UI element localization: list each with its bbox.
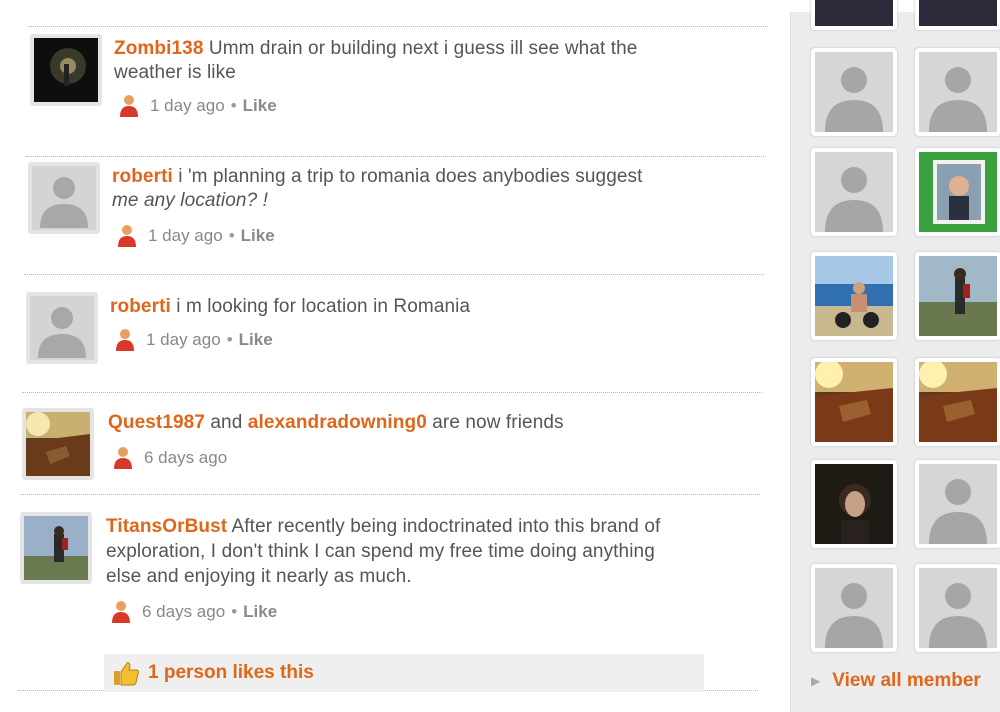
default-avatar-icon bbox=[32, 166, 96, 230]
members-sidebar: ▶ View all member bbox=[790, 0, 1000, 712]
chevron-right-icon: ▶ bbox=[811, 674, 821, 688]
member-photo-icon bbox=[815, 464, 893, 544]
separator: • bbox=[228, 226, 235, 245]
post-text-line: me any location? ! bbox=[112, 190, 268, 212]
feed-divider bbox=[22, 392, 762, 393]
separator: • bbox=[230, 96, 237, 115]
thumbs-up-icon bbox=[114, 662, 139, 686]
default-avatar-icon bbox=[815, 152, 893, 232]
post-text: exploration, I don't think I can spend m… bbox=[106, 541, 655, 562]
member-thumbnail[interactable] bbox=[811, 48, 897, 136]
member-thumbnail[interactable] bbox=[811, 358, 897, 446]
member-thumbnail[interactable] bbox=[915, 0, 1000, 30]
timestamp: 1 day ago bbox=[150, 96, 225, 115]
member-thumbnail[interactable] bbox=[811, 0, 897, 30]
person-icon bbox=[114, 447, 132, 469]
member-photo-icon bbox=[815, 362, 893, 442]
user-avatar[interactable] bbox=[20, 512, 92, 584]
feed-divider bbox=[20, 494, 760, 495]
post-text: Umm drain or building next i guess ill s… bbox=[203, 38, 638, 59]
timestamp: 1 day ago bbox=[146, 330, 221, 349]
post-text-line: else and enjoying it nearly as much. bbox=[106, 566, 412, 588]
likes-count-link[interactable]: 1 person likes this bbox=[148, 662, 314, 684]
activity-feed: Zombi138 Umm drain or building next i gu… bbox=[0, 0, 780, 712]
username-link[interactable]: alexandradowning0 bbox=[248, 412, 427, 433]
member-photo-icon bbox=[919, 0, 997, 26]
feed-divider bbox=[28, 26, 768, 27]
post-text-line: roberti i 'm planning a trip to romania … bbox=[112, 166, 643, 188]
like-link[interactable]: Like bbox=[241, 226, 275, 246]
timestamp: 6 days ago bbox=[144, 448, 228, 467]
member-thumbnail[interactable] bbox=[811, 148, 897, 236]
person-icon bbox=[118, 225, 136, 247]
post-text: else and enjoying it nearly as much. bbox=[106, 566, 412, 587]
post-text-line: weather is like bbox=[114, 62, 236, 84]
post-text: After recently being indoctrinated into … bbox=[227, 516, 661, 537]
post-meta: 1 day ago • Like bbox=[116, 224, 275, 248]
member-photo-icon bbox=[919, 152, 997, 232]
like-link[interactable]: Like bbox=[239, 330, 273, 350]
feed-divider bbox=[26, 156, 766, 157]
post-meta: 1 day ago • Like bbox=[114, 328, 273, 352]
username-link[interactable]: roberti bbox=[110, 296, 171, 317]
member-photo-icon bbox=[919, 256, 997, 336]
avatar-photo-icon bbox=[34, 38, 98, 102]
post-text: and bbox=[205, 412, 248, 433]
feed-divider bbox=[24, 274, 764, 275]
default-avatar-icon bbox=[815, 568, 893, 648]
username-link[interactable]: TitansOrBust bbox=[106, 516, 227, 537]
user-avatar[interactable] bbox=[26, 292, 98, 364]
user-avatar[interactable] bbox=[30, 34, 102, 106]
member-photo-icon bbox=[919, 362, 997, 442]
member-thumbnail[interactable] bbox=[811, 252, 897, 340]
person-icon bbox=[120, 95, 138, 117]
username-link[interactable]: Quest1987 bbox=[108, 412, 205, 433]
like-link[interactable]: Like bbox=[243, 602, 277, 622]
likes-summary: 1 person likes this bbox=[104, 654, 704, 692]
timestamp: 1 day ago bbox=[148, 226, 223, 245]
member-thumbnail[interactable] bbox=[915, 148, 1000, 236]
avatar-photo-icon bbox=[26, 412, 90, 476]
username-link[interactable]: Zombi138 bbox=[114, 38, 204, 59]
member-thumbnail[interactable] bbox=[915, 564, 1000, 652]
like-link[interactable]: Like bbox=[243, 96, 277, 116]
default-avatar-icon bbox=[919, 52, 997, 132]
user-avatar[interactable] bbox=[22, 408, 94, 480]
member-photo-icon bbox=[815, 0, 893, 26]
separator: • bbox=[226, 330, 233, 349]
post-meta: 6 days ago bbox=[112, 446, 227, 470]
default-avatar-icon bbox=[30, 296, 94, 360]
post-text: are now friends bbox=[426, 412, 564, 433]
member-thumbnail[interactable] bbox=[915, 48, 1000, 136]
post-text: me any location? ! bbox=[112, 190, 268, 211]
post-meta: 1 day ago • Like bbox=[118, 94, 277, 118]
member-thumbnail[interactable] bbox=[915, 460, 1000, 548]
member-thumbnail[interactable] bbox=[811, 460, 897, 548]
username-link[interactable]: roberti bbox=[112, 166, 173, 187]
default-avatar-icon bbox=[919, 464, 997, 544]
post-text: i m looking for location in Romania bbox=[170, 296, 471, 317]
default-avatar-icon bbox=[919, 568, 997, 648]
member-photo-icon bbox=[815, 256, 893, 336]
post-meta: 6 days ago • Like bbox=[110, 600, 277, 624]
post-text-line: exploration, I don't think I can spend m… bbox=[106, 541, 655, 563]
post-text-line: Zombi138 Umm drain or building next i gu… bbox=[114, 38, 637, 60]
post-text: weather is like bbox=[114, 62, 236, 83]
post-text-line: roberti i m looking for location in Roma… bbox=[110, 296, 470, 318]
post-text-line: Quest1987 and alexandradowning0 are now … bbox=[108, 412, 564, 434]
user-avatar[interactable] bbox=[28, 162, 100, 234]
member-thumbnail[interactable] bbox=[915, 252, 1000, 340]
member-thumbnail[interactable] bbox=[811, 564, 897, 652]
avatar-photo-icon bbox=[24, 516, 88, 580]
view-all-label: View all member bbox=[832, 670, 981, 691]
person-icon bbox=[112, 601, 130, 623]
separator: • bbox=[231, 602, 238, 621]
member-thumbnail[interactable] bbox=[915, 358, 1000, 446]
default-avatar-icon bbox=[815, 52, 893, 132]
post-text: i 'm planning a trip to romania does any… bbox=[172, 166, 643, 187]
post-text-line: TitansOrBust After recently being indoct… bbox=[106, 516, 660, 538]
timestamp: 6 days ago bbox=[142, 602, 226, 621]
person-icon bbox=[116, 329, 134, 351]
view-all-members-link[interactable]: ▶ View all member bbox=[811, 670, 981, 692]
